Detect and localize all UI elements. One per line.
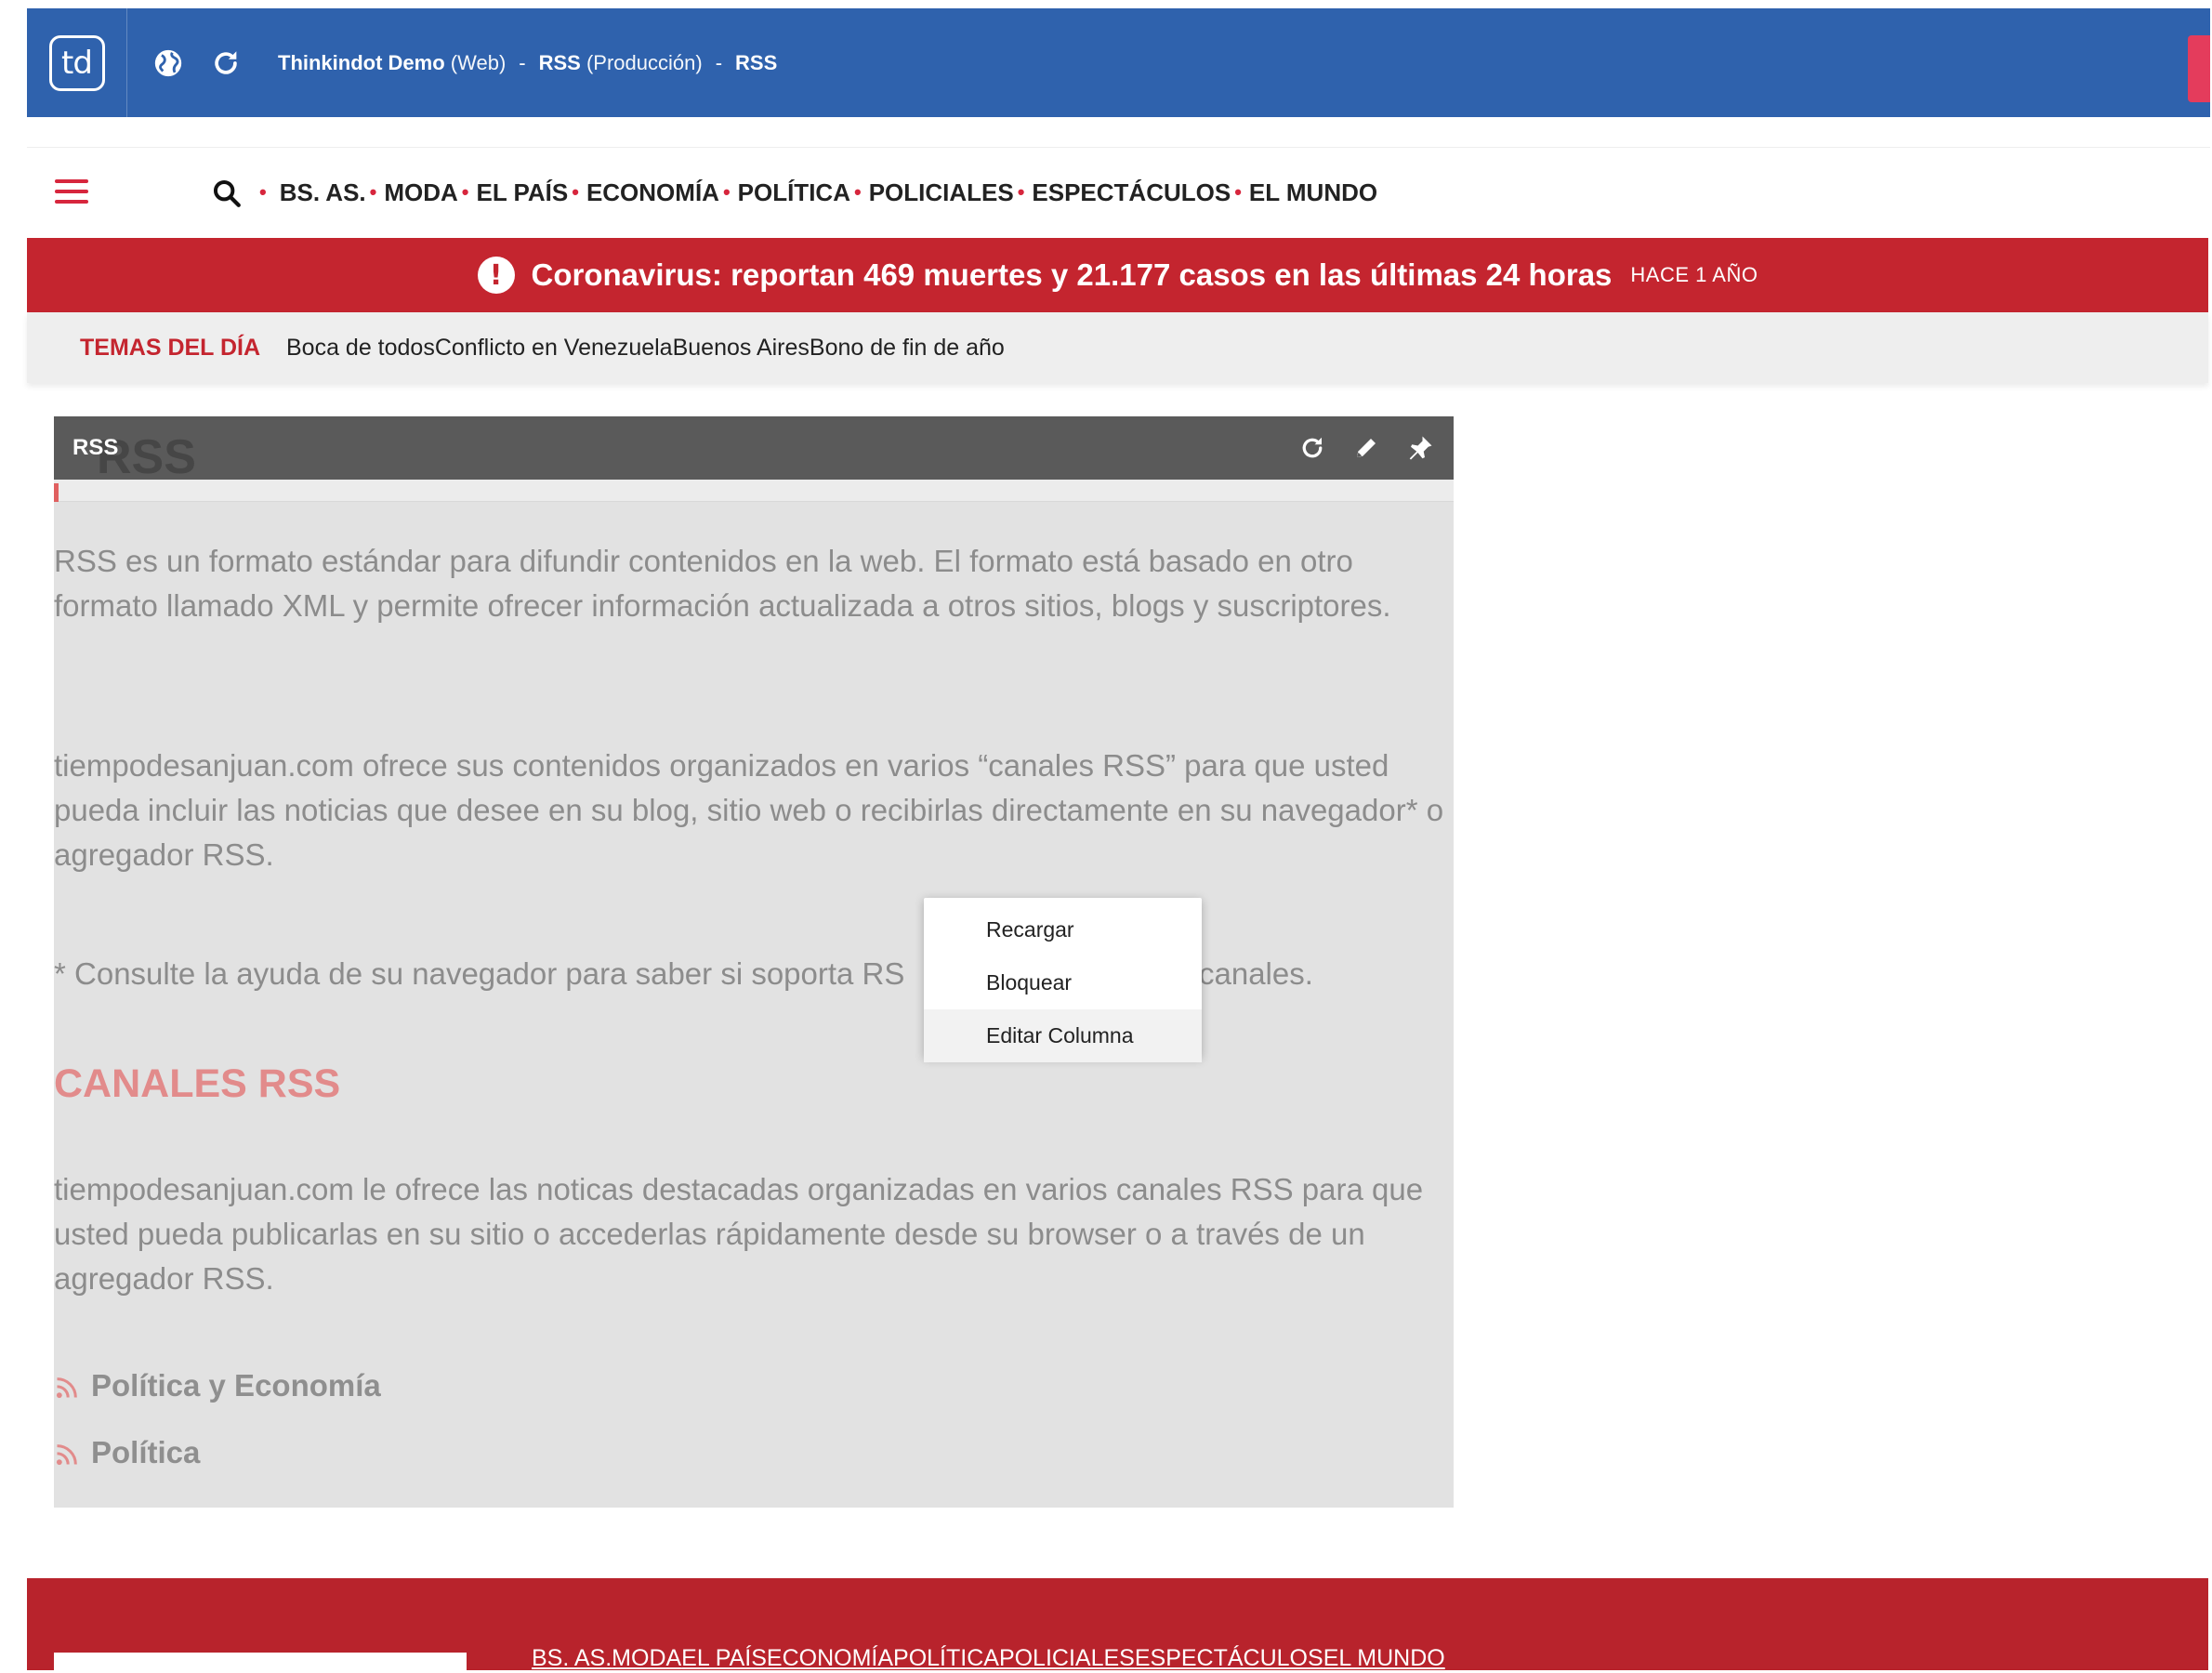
nav-dot: • [572,180,579,204]
footer-nav-item[interactable]: MODA [612,1645,681,1672]
nav-item-economia[interactable]: ECONOMÍA [586,178,719,207]
breadcrumb-project-env: (Web) [450,50,507,74]
reload-icon[interactable] [1296,431,1329,465]
breadcrumb-section-env: (Producción) [586,50,703,74]
nav-dot: • [461,180,469,204]
breadcrumb-project[interactable]: Thinkindot Demo [278,51,445,75]
nav-item-bs-as[interactable]: BS. AS. [280,178,366,207]
footer-nav-item[interactable]: BS. AS. [532,1645,612,1672]
rss-feeds-paragraph: tiempodesanjuan.com le ofrece las notica… [54,1172,1424,1296]
rss-intro-paragraph: RSS es un formato estándar para difundir… [54,544,1391,623]
nav-dot: • [722,180,731,204]
footer-nav: BS. AS. MODA EL PAÍS ECONOMÍA POLÍTICA P… [532,1645,1445,1672]
breaking-news-headline[interactable]: Coronavirus: reportan 469 muertes y 21.1… [532,257,1613,293]
footer-nav-item[interactable]: POLICIALES [999,1645,1135,1672]
breadcrumb-page[interactable]: RSS [735,51,777,75]
breadcrumb-separator: - [715,50,723,74]
nav-item-el-mundo[interactable]: EL MUNDO [1249,178,1377,207]
nav-item-politica[interactable]: POLÍTICA [738,178,850,207]
pin-icon[interactable] [1403,431,1437,465]
footer-nav-item[interactable]: ECONOMÍA [767,1645,893,1672]
rss-icon [54,1373,80,1399]
topic-link[interactable]: Conflicto en Venezuela [435,335,673,362]
nav-dot: • [1017,180,1025,204]
rss-browser-note-end: canales. [1199,956,1313,991]
nav-dot: • [1234,180,1242,204]
nav-dot: • [853,180,862,204]
topic-link[interactable]: Buenos Aires [673,335,810,362]
rss-icon [54,1440,80,1466]
nav-dot: • [259,180,267,204]
hamburger-icon[interactable] [55,179,88,205]
topic-link[interactable]: Boca de todos [286,335,435,362]
site-footer: BS. AS. MODA EL PAÍS ECONOMÍA POLÍTICA P… [27,1578,2208,1673]
alert-icon: ! [477,257,515,294]
pencil-icon[interactable] [1350,431,1383,465]
menu-item-reload[interactable]: Recargar [924,903,1202,956]
topics-bar: TEMAS DEL DÍA Boca de todos Conflicto en… [27,312,2208,383]
nav-item-el-pais[interactable]: EL PAÍS [477,178,569,207]
topic-link[interactable]: Bono de fin de año [810,335,1005,362]
menu-item-edit-column[interactable]: Editar Columna [924,1009,1202,1062]
breaking-news-time: HACE 1 AÑO [1630,263,1758,286]
reload-icon[interactable] [209,46,243,80]
footer-nav-item[interactable]: ESPECTÁCULOS [1135,1645,1323,1672]
breadcrumb-separator: - [519,50,526,74]
footer-nav-item[interactable]: POLÍTICA [893,1645,999,1672]
side-tab[interactable] [2188,35,2210,102]
rss-feed-label[interactable]: Política [91,1435,200,1470]
app-top-bar: td Thinkindot Demo (Web) - RSS (Producci… [27,8,2210,117]
nav-items: • BS. AS. • MODA • EL PAÍS • ECONOMÍA • POLÍ… [259,148,1377,237]
topics-label: TEMAS DEL DÍA [80,334,260,361]
site-nav: • BS. AS. • MODA • EL PAÍS • ECONOMÍA • POLÍ… [27,147,2210,236]
nav-item-espectaculos[interactable]: ESPECTÁCULOS [1032,178,1231,207]
breaking-news-bar[interactable]: ! Coronavirus: reportan 469 muertes y 21… [27,238,2208,312]
globe-icon[interactable] [151,46,185,80]
rss-channels-paragraph: tiempodesanjuan.com ofrece sus contenido… [54,748,1444,872]
nav-item-policiales[interactable]: POLICIALES [869,178,1014,207]
footer-nav-item[interactable]: EL MUNDO [1323,1645,1445,1672]
section-heading: CANALES RSS [54,1061,341,1106]
topics-list: Boca de todos Conflicto en Venezuela Bue… [286,335,1005,362]
panel-title: RSS [72,435,119,460]
rss-feed-label[interactable]: Política y Economía [91,1368,381,1403]
rss-feed-link[interactable]: Política [54,1435,200,1470]
panel-toolbar [1296,431,1437,465]
logo-area[interactable]: td [27,8,127,117]
td-logo: td [48,34,105,91]
breadcrumb: Thinkindot Demo (Web) - RSS (Producción)… [278,51,777,75]
rss-browser-note: * Consulte la ayuda de su navegador para… [54,956,905,991]
panel-progress-strip [54,480,1454,502]
panel-header: RSS RSS [54,416,1454,484]
footer-nav-item[interactable]: EL PAÍS [681,1645,767,1672]
search-icon[interactable] [211,178,243,209]
rss-feed-link[interactable]: Política y Economía [54,1368,381,1403]
nav-dot: • [369,180,377,204]
menu-item-lock[interactable]: Bloquear [924,956,1202,1009]
nav-item-moda[interactable]: MODA [384,178,457,207]
rss-column-panel[interactable]: RSS RSS RSS es un formato estándar para … [54,416,1454,1508]
breadcrumb-section[interactable]: RSS [539,51,581,75]
context-menu: Recargar Bloquear Editar Columna [924,898,1202,1062]
